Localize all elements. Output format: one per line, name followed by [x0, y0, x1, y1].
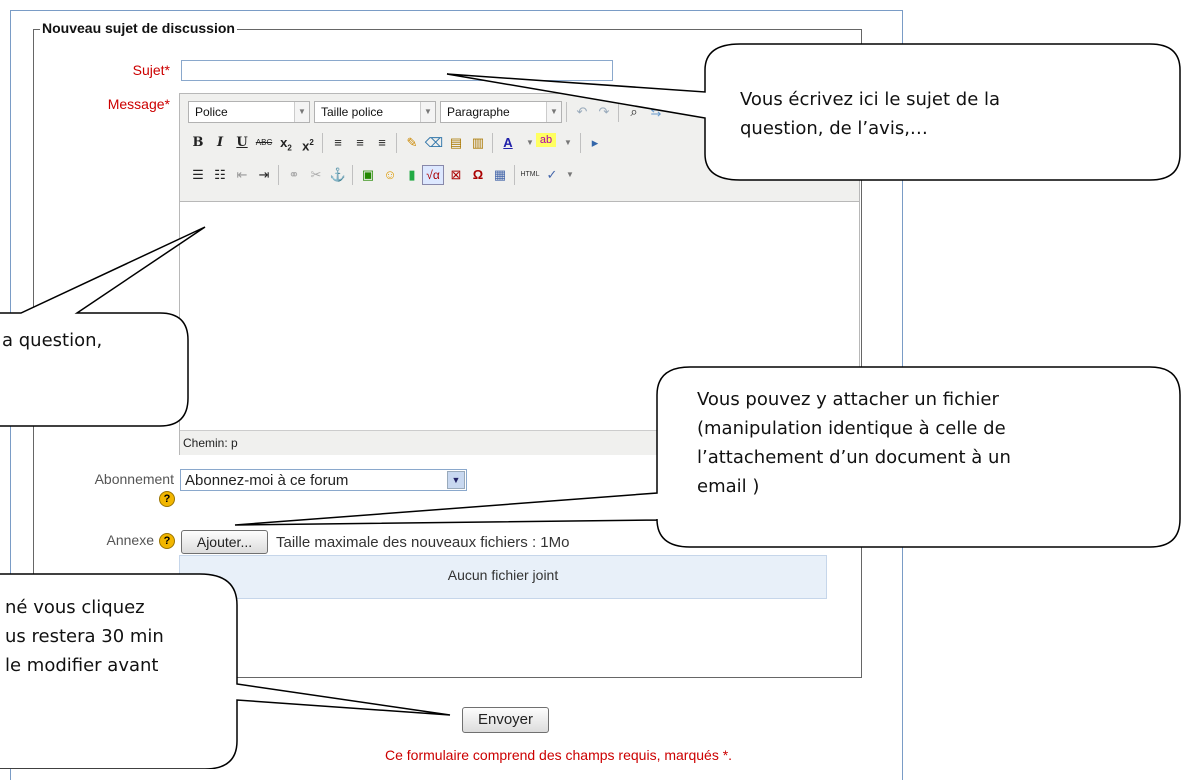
attachment-callout-text: Vous pouvez y attacher un fichier (manip… [697, 389, 1011, 497]
submit-callout-text: né vous cliquez us restera 30 min le mod… [5, 597, 164, 676]
subject-callout-text: Vous écrivez ici le sujet de la question… [740, 89, 1001, 139]
message-callout-text: a question, [2, 330, 103, 351]
